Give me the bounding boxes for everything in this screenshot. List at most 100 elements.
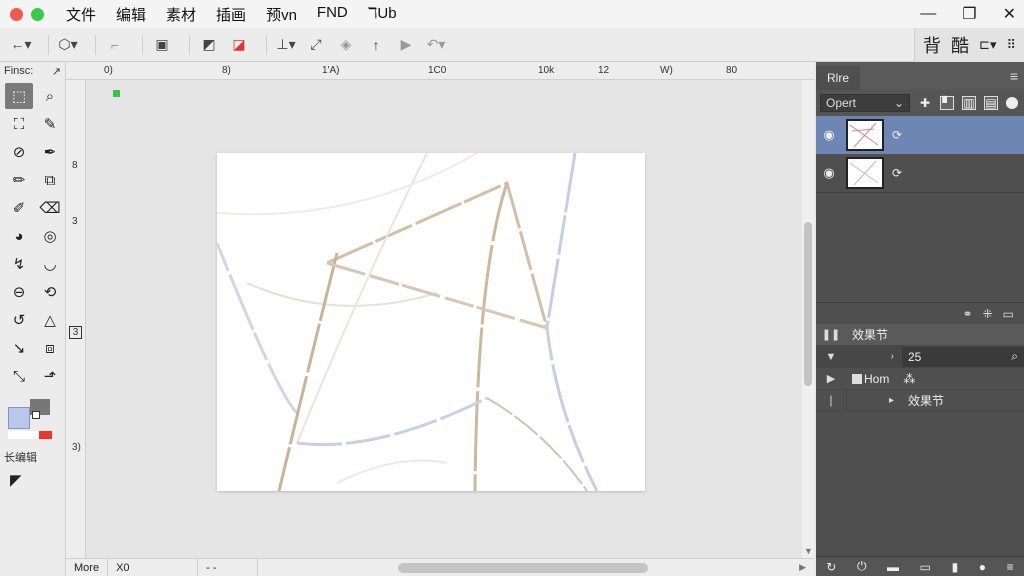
path-tool-icon[interactable]: ↯	[5, 251, 33, 277]
ruler-marker-box[interactable]: 3	[69, 326, 82, 339]
cursor-arrow-icon[interactable]: ◤	[10, 471, 65, 489]
eye-icon[interactable]: ◉	[816, 127, 842, 143]
canvas-area[interactable]	[86, 80, 802, 558]
circle-icon[interactable]: ●	[979, 560, 986, 574]
foreground-color-swatch[interactable]	[8, 407, 30, 429]
display-icon[interactable]: ▬	[887, 560, 899, 574]
status-value[interactable]: X0	[108, 558, 199, 576]
puzzle-tool-icon[interactable]: ⧈	[36, 335, 64, 361]
property-row[interactable]: ▼ › 25 ⌕	[816, 345, 1024, 368]
ink-tool-icon[interactable]: ✐	[5, 195, 33, 221]
rotate-view-icon[interactable]: ⟲	[36, 279, 64, 305]
trash-icon[interactable]: ▮	[952, 560, 959, 574]
pen-tool-icon[interactable]: ✒	[36, 139, 64, 165]
arrange-dropdown-icon[interactable]: ⊏▾	[979, 37, 996, 53]
eye-icon[interactable]: ◉	[816, 165, 842, 181]
gradient-tool-icon[interactable]: ◎	[36, 223, 64, 249]
close-icon[interactable]: ✕	[1003, 4, 1016, 24]
layer-row[interactable]: ◉ ⟳	[816, 154, 1024, 192]
menu-preview[interactable]: 预vn	[266, 4, 297, 25]
mask-icon[interactable]: ▤	[984, 96, 998, 110]
property-row[interactable]: ▶ Hom ⁂	[816, 368, 1024, 390]
wand-icon[interactable]: ⤢	[305, 33, 327, 57]
panel-bottom-bar: ↻ ⏻ ▬ ▭ ▮ ● ≡	[816, 556, 1024, 576]
back-arrow-icon[interactable]: ←▾	[10, 33, 32, 57]
artboard[interactable]	[215, 152, 645, 492]
warp-tool-icon[interactable]: ⤡	[5, 363, 33, 389]
property-row[interactable]: ❘ ▸ 效果节	[816, 389, 1024, 412]
menu-edit[interactable]: 编辑	[116, 4, 146, 25]
zoom-window-dot[interactable]	[31, 7, 44, 21]
workspace-label-2[interactable]: 酷	[951, 32, 969, 58]
menu-assets[interactable]: 素材	[166, 4, 196, 25]
default-colors-icon[interactable]	[32, 411, 40, 419]
lasso-tool-icon[interactable]: ⊘	[5, 139, 33, 165]
image-icon[interactable]: ◩	[198, 33, 220, 57]
panel-menu-icon[interactable]: ≡	[1010, 68, 1018, 84]
search-icon[interactable]: ⌕	[1011, 349, 1018, 364]
vertical-scrollbar[interactable]: ▼	[802, 80, 814, 558]
grid-icon[interactable]: ⠿	[1006, 37, 1016, 53]
menu-file[interactable]: 文件	[66, 4, 96, 25]
property-expand[interactable]: ›	[846, 345, 902, 368]
eraser-tool-icon[interactable]: ⌫	[36, 195, 64, 221]
menu-sub[interactable]: ℸUb	[368, 4, 397, 25]
fx-icon[interactable]: ⁜	[983, 307, 993, 321]
visibility-dot-icon[interactable]	[1006, 97, 1018, 109]
link-icon[interactable]: ⟳	[892, 166, 902, 180]
columns-icon[interactable]: ▥	[962, 96, 976, 110]
lock-layer-icon[interactable]: ▘	[940, 96, 954, 110]
minimize-icon[interactable]: —	[920, 5, 936, 23]
link-icon[interactable]: ⟳	[892, 128, 902, 142]
curve-tool-icon[interactable]: ◡	[36, 251, 64, 277]
up-arrow-icon[interactable]: ↑	[365, 33, 387, 57]
scroll-right-arrow-icon[interactable]: ▶	[799, 562, 806, 573]
horizontal-scroll-thumb[interactable]	[398, 563, 648, 573]
workspace-label-1[interactable]: 背	[923, 32, 941, 58]
filter-icon[interactable]: ▼	[816, 351, 846, 363]
undo-icon[interactable]: ↶▾	[425, 33, 447, 57]
menu-illustration[interactable]: 插画	[216, 4, 246, 25]
close-window-dot[interactable]	[10, 7, 23, 21]
triangle-tool-icon[interactable]: △	[36, 307, 64, 333]
menu-lines-icon[interactable]: ≡	[1007, 560, 1014, 574]
zoom-tool-icon[interactable]: ⌕	[36, 83, 64, 109]
color-swatches[interactable]	[8, 399, 58, 439]
play-icon[interactable]: ▶	[395, 33, 417, 57]
brush-tool-icon[interactable]: ✎	[36, 111, 64, 137]
stamp-icon[interactable]: ⊥▾	[275, 33, 297, 57]
select-tool-icon[interactable]: ⬚	[5, 83, 33, 109]
pencil-tool-icon[interactable]: ✏	[5, 167, 33, 193]
menu-find[interactable]: FND	[317, 4, 348, 25]
layer-row-selected[interactable]: ◉ ⟳	[816, 116, 1024, 154]
tab-layers[interactable]: Rlre	[816, 66, 860, 90]
magnify-tool-icon[interactable]: ⊖	[5, 279, 33, 305]
link-layers-icon[interactable]: ⚭	[963, 307, 973, 321]
status-mode[interactable]: More	[66, 558, 109, 576]
expand-arrow-icon[interactable]: ▶	[816, 372, 846, 385]
folder-icon[interactable]: ▭	[1003, 307, 1014, 321]
layer-color-icon[interactable]: ◪	[228, 33, 250, 57]
scroll-down-arrow-icon[interactable]: ▼	[804, 546, 813, 556]
transform-tool-icon[interactable]: ⧉	[36, 167, 64, 193]
props-collapse-icon[interactable]: ❚❚	[816, 328, 846, 341]
expand-icon[interactable]: ↗	[52, 65, 61, 78]
crop-icon[interactable]: ▣	[151, 33, 173, 57]
shape-hexagon-icon[interactable]: ⬡▾	[57, 33, 79, 57]
arrow-tool-icon[interactable]: ⬏	[36, 363, 64, 389]
crop-tool-icon[interactable]: ⛶	[5, 111, 33, 137]
rotate-icon[interactable]: ↻	[826, 560, 836, 574]
power-icon[interactable]: ⏻	[857, 559, 867, 574]
search-field[interactable]: 25 ⌕	[902, 346, 1024, 367]
move-tool-icon[interactable]: ↘	[5, 335, 33, 361]
property-expand[interactable]: ▸	[846, 389, 902, 412]
smudge-tool-icon[interactable]: ↺	[5, 307, 33, 333]
diamond-icon[interactable]: ◈	[335, 33, 357, 57]
frame-icon[interactable]: ⌐	[104, 33, 126, 57]
vertical-scroll-thumb[interactable]	[804, 222, 812, 386]
monitor-icon[interactable]: ▭	[920, 560, 931, 574]
restore-icon[interactable]: ❐	[962, 4, 976, 24]
add-layer-icon[interactable]: ✚	[918, 96, 932, 110]
fill-tool-icon[interactable]: ◕	[5, 223, 33, 249]
blend-mode-select[interactable]: Opert ⌄	[820, 94, 910, 112]
